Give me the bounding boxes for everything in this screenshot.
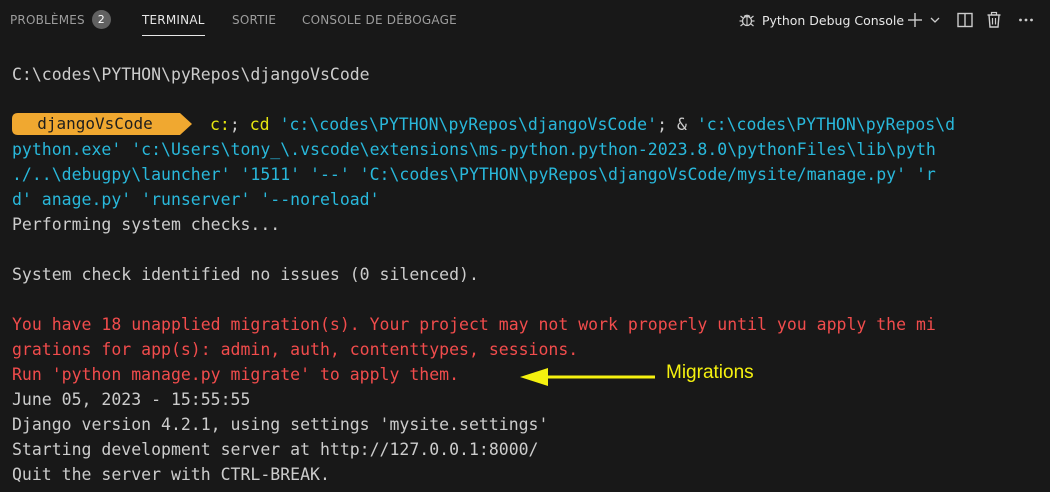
annotation-label: Migrations <box>666 362 754 383</box>
annotation-arrow <box>520 368 655 386</box>
